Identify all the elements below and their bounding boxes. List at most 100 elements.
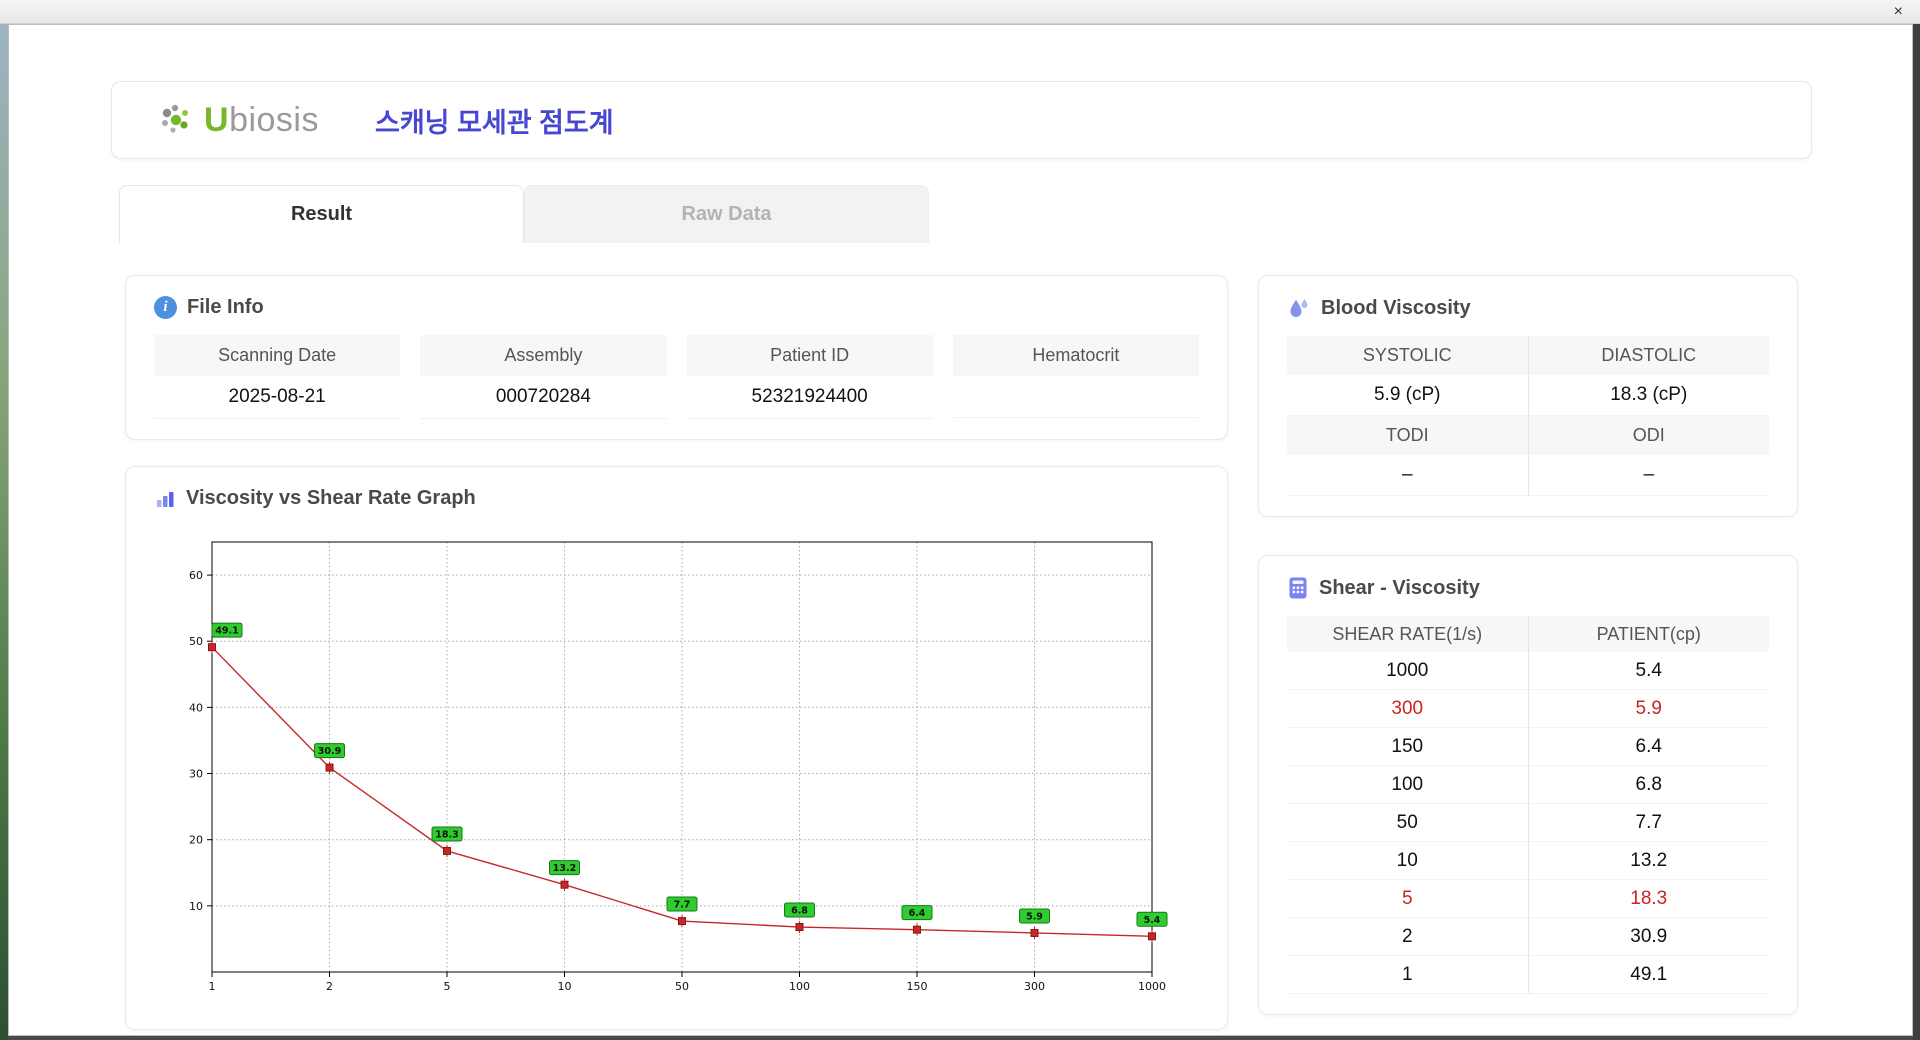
svg-text:2: 2 xyxy=(326,980,333,993)
field-value xyxy=(952,376,1199,418)
shear-viscosity-table: SHEAR RATE(1/s) PATIENT(cp) 1000 5.4 300… xyxy=(1287,616,1769,994)
ubiosis-logo: Ubiosis xyxy=(156,100,319,140)
diastolic-header: DIASTOLIC xyxy=(1527,336,1769,375)
shear-row: 150 6.4 xyxy=(1287,728,1769,766)
ubiosis-logo-icon xyxy=(156,100,196,140)
graph-title: Viscosity vs Shear Rate Graph xyxy=(186,487,476,509)
odi-header: ODI xyxy=(1527,416,1769,455)
field-assembly: Assembly 000720284 xyxy=(420,335,667,419)
svg-text:50: 50 xyxy=(675,980,689,993)
patient-header: PATIENT(cp) xyxy=(1527,616,1769,652)
field-label: Assembly xyxy=(420,335,667,376)
svg-text:60: 60 xyxy=(189,569,203,582)
svg-text:150: 150 xyxy=(907,980,928,993)
shear-rate-cell: 100 xyxy=(1287,766,1528,804)
bv-value-row-2: – – xyxy=(1287,455,1769,496)
shear-rate-cell: 50 xyxy=(1287,804,1528,842)
systolic-value: 5.9 (cP) xyxy=(1287,375,1528,416)
patient-cell: 5.4 xyxy=(1527,652,1769,690)
todi-value: – xyxy=(1287,455,1528,496)
field-hematocrit: Hematocrit xyxy=(952,335,1199,419)
shear-row: 100 6.8 xyxy=(1287,766,1769,804)
blood-viscosity-title: Blood Viscosity xyxy=(1321,296,1471,319)
shear-rate-header: SHEAR RATE(1/s) xyxy=(1287,616,1528,652)
calculator-icon xyxy=(1287,576,1309,600)
viscosity-chart: 10 20 30 40 50 60 1 2 5 10 50 100 150 300 1000 49.1 30.9… xyxy=(189,541,1168,993)
shear-row: 300 5.9 xyxy=(1287,690,1769,728)
bv-header-row-2: TODI ODI xyxy=(1287,416,1769,455)
field-scanning-date: Scanning Date 2025-08-21 xyxy=(154,335,401,419)
shear-row: 1000 5.4 xyxy=(1287,652,1769,690)
todi-header: TODI xyxy=(1287,416,1528,455)
svg-text:40: 40 xyxy=(189,701,203,714)
systolic-header: SYSTOLIC xyxy=(1287,336,1528,375)
file-info-fields: Scanning Date 2025-08-21 Assembly 000720… xyxy=(154,335,1199,419)
patient-cell: 49.1 xyxy=(1527,956,1769,994)
shear-rate-cell: 5 xyxy=(1287,880,1528,918)
tab-result[interactable]: Result xyxy=(119,185,524,243)
shear-row: 5 18.3 xyxy=(1287,880,1769,918)
field-value: 000720284 xyxy=(420,376,667,419)
blood-viscosity-title-row: Blood Viscosity xyxy=(1287,296,1769,320)
shear-row: 10 13.2 xyxy=(1287,842,1769,880)
svg-text:30.9: 30.9 xyxy=(318,746,341,757)
blood-viscosity-card: Blood Viscosity SYSTOLIC DIASTOLIC 5.9 (… xyxy=(1258,275,1798,517)
svg-text:10: 10 xyxy=(558,980,572,993)
file-info-title-row: i File Info xyxy=(154,296,1199,319)
close-button[interactable]: × xyxy=(1889,3,1908,21)
svg-text:20: 20 xyxy=(189,834,203,847)
patient-cell: 6.4 xyxy=(1527,728,1769,766)
app-title: 스캐닝 모세관 점도계 xyxy=(375,107,614,138)
file-info-card: i File Info Scanning Date 2025-08-21 Ass… xyxy=(125,275,1228,440)
bar-chart-icon xyxy=(154,488,176,510)
bv-header-row: SYSTOLIC DIASTOLIC xyxy=(1287,336,1769,375)
field-label: Patient ID xyxy=(686,335,933,376)
desktop-background-right xyxy=(1913,24,1920,1040)
shear-viscosity-card: Shear - Viscosity SHEAR RATE(1/s) PATIEN… xyxy=(1258,555,1798,1015)
left-column: i File Info Scanning Date 2025-08-21 Ass… xyxy=(125,275,1228,1030)
svg-text:18.3: 18.3 xyxy=(435,829,458,840)
droplet-icon xyxy=(1287,296,1311,320)
shear-rate-cell: 150 xyxy=(1287,728,1528,766)
shear-rate-cell: 10 xyxy=(1287,842,1528,880)
odi-value: – xyxy=(1527,455,1769,496)
viscosity-chart-container: 10 20 30 40 50 60 1 2 5 10 50 100 150 300 1000 49.1 30.9… xyxy=(166,526,1199,1009)
sv-header-row: SHEAR RATE(1/s) PATIENT(cp) xyxy=(1287,616,1769,652)
shear-viscosity-title-row: Shear - Viscosity xyxy=(1287,576,1769,600)
titlebar: × xyxy=(0,0,1920,24)
info-icon: i xyxy=(154,296,177,319)
patient-cell: 5.9 xyxy=(1527,690,1769,728)
graph-title-row: Viscosity vs Shear Rate Graph xyxy=(154,487,1199,510)
shear-rate-cell: 300 xyxy=(1287,690,1528,728)
shear-row: 50 7.7 xyxy=(1287,804,1769,842)
logo-letter-u: U xyxy=(204,100,230,139)
svg-text:6.8: 6.8 xyxy=(791,906,808,917)
shear-row: 2 30.9 xyxy=(1287,918,1769,956)
field-label: Scanning Date xyxy=(154,335,401,376)
main-area: i File Info Scanning Date 2025-08-21 Ass… xyxy=(111,275,1812,1030)
desktop-background-left xyxy=(0,24,8,1040)
app-content: Ubiosis 스캐닝 모세관 점도계 Result Raw Data i Fi… xyxy=(9,25,1912,1035)
svg-text:5.9: 5.9 xyxy=(1026,911,1043,922)
svg-text:7.7: 7.7 xyxy=(674,900,691,911)
graph-card: Viscosity vs Shear Rate Graph 10 20 30 40 50… xyxy=(125,466,1228,1030)
shear-viscosity-title: Shear - Viscosity xyxy=(1319,576,1480,599)
shear-rate-cell: 1000 xyxy=(1287,652,1528,690)
shear-rate-cell: 2 xyxy=(1287,918,1528,956)
patient-cell: 18.3 xyxy=(1527,880,1769,918)
patient-cell: 7.7 xyxy=(1527,804,1769,842)
svg-text:30: 30 xyxy=(189,768,203,781)
svg-text:5: 5 xyxy=(444,980,451,993)
shear-rate-cell: 1 xyxy=(1287,956,1528,994)
svg-text:49.1: 49.1 xyxy=(215,626,238,637)
svg-text:5.4: 5.4 xyxy=(1144,915,1161,926)
logo-rest: biosis xyxy=(229,100,319,139)
tab-raw-data[interactable]: Raw Data xyxy=(524,185,929,243)
header-card: Ubiosis 스캐닝 모세관 점도계 xyxy=(111,81,1812,159)
right-column: Blood Viscosity SYSTOLIC DIASTOLIC 5.9 (… xyxy=(1258,275,1798,1030)
shear-row: 1 49.1 xyxy=(1287,956,1769,994)
svg-text:1000: 1000 xyxy=(1138,980,1166,993)
patient-cell: 30.9 xyxy=(1527,918,1769,956)
svg-text:50: 50 xyxy=(189,635,203,648)
tab-bar: Result Raw Data xyxy=(111,185,1812,243)
